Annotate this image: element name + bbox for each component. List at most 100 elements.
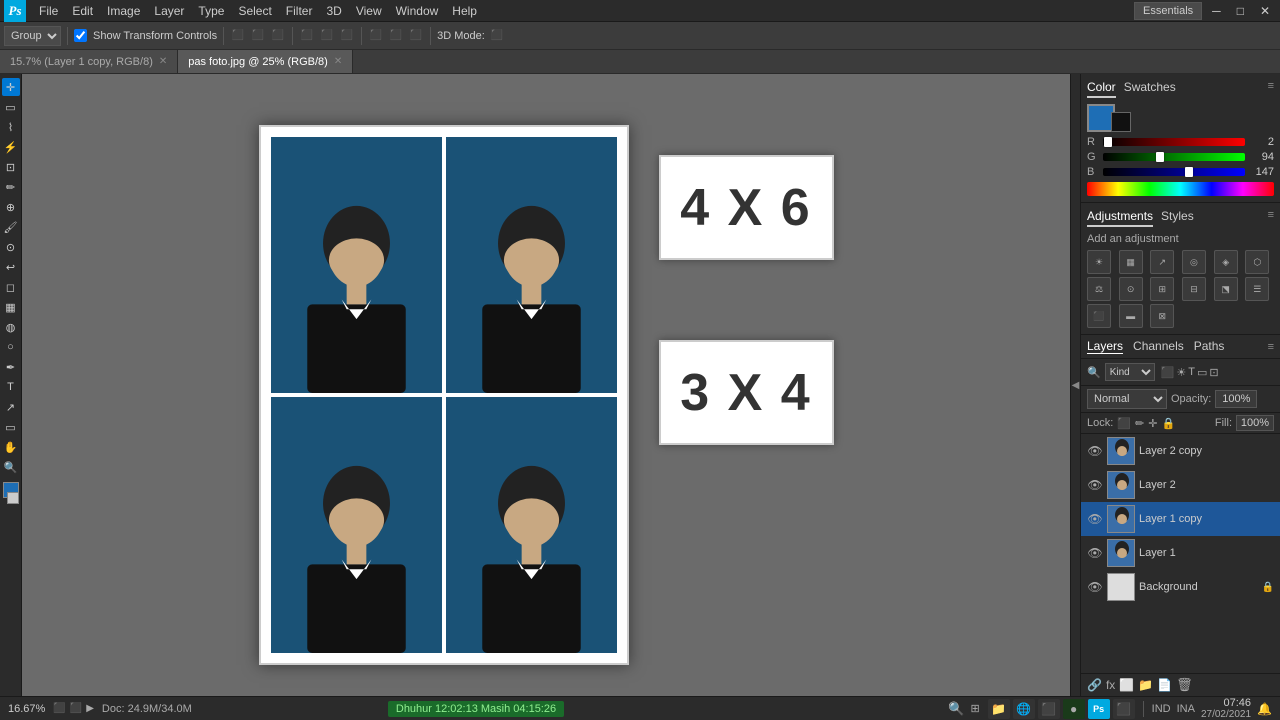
layer-3-visibility[interactable]: 👁: [1087, 545, 1103, 561]
r-slider-thumb[interactable]: [1104, 137, 1112, 147]
posterize-adj[interactable]: ☰: [1245, 277, 1269, 301]
hsl-adj[interactable]: ⬡: [1245, 250, 1269, 274]
invert-adj[interactable]: ⬔: [1214, 277, 1238, 301]
close-btn[interactable]: ✕: [1254, 4, 1276, 18]
styles-tab[interactable]: Styles: [1161, 209, 1194, 227]
levels-adj[interactable]: ▦: [1119, 250, 1143, 274]
g-slider-thumb[interactable]: [1156, 152, 1164, 162]
align-left-icon[interactable]: ⬛: [230, 28, 246, 44]
3d-mode-icon[interactable]: ⬛: [489, 28, 505, 44]
text-tool[interactable]: T: [2, 378, 20, 396]
taskbar-app-1[interactable]: 📁: [988, 699, 1010, 719]
taskbar-search[interactable]: 🔍: [948, 701, 964, 717]
tab-close-0[interactable]: ✕: [159, 56, 167, 67]
taskbar-app-ps[interactable]: Ps: [1088, 699, 1110, 719]
hand-tool[interactable]: ✋: [2, 438, 20, 456]
link-layers-btn[interactable]: 🔗: [1087, 678, 1102, 692]
photofilter-adj[interactable]: ⊙: [1119, 277, 1143, 301]
transform-controls-checkbox[interactable]: [74, 29, 87, 42]
layers-panel-menu[interactable]: ≡: [1268, 341, 1274, 353]
menu-layer[interactable]: Layer: [147, 2, 191, 20]
layer-item-3[interactable]: 👁 Layer 1: [1081, 536, 1280, 570]
healing-brush-tool[interactable]: ⊕: [2, 198, 20, 216]
align-right-icon[interactable]: ⬛: [270, 28, 286, 44]
new-group-btn[interactable]: 📁: [1138, 678, 1153, 692]
channels-tab[interactable]: Channels: [1133, 339, 1184, 354]
menu-file[interactable]: File: [32, 2, 65, 20]
new-layer-btn[interactable]: 📄: [1157, 678, 1172, 692]
align-center-v-icon[interactable]: ⬛: [319, 28, 335, 44]
taskbar-app-6[interactable]: ⬛: [1113, 699, 1135, 719]
gradientmap-adj[interactable]: ▬: [1119, 304, 1143, 328]
lasso-tool[interactable]: ⌇: [2, 118, 20, 136]
fill-input[interactable]: [1236, 415, 1274, 431]
crop-tool[interactable]: ⊡: [2, 158, 20, 176]
lock-transparent-icon[interactable]: ⬛: [1117, 417, 1131, 430]
selectivecolor-adj[interactable]: ⊠: [1150, 304, 1174, 328]
layer-item-2[interactable]: 👁 Layer 1 copy: [1081, 502, 1280, 536]
menu-select[interactable]: Select: [231, 2, 278, 20]
adj-panel-menu[interactable]: ≡: [1268, 209, 1274, 227]
vibrance-adj[interactable]: ◈: [1214, 250, 1238, 274]
menu-edit[interactable]: Edit: [65, 2, 100, 20]
zoom-tool[interactable]: 🔍: [2, 458, 20, 476]
blend-mode-select[interactable]: Normal: [1087, 389, 1167, 409]
notification-icon[interactable]: 🔔: [1257, 702, 1272, 716]
taskbar-start[interactable]: ⊞: [970, 702, 979, 715]
background-color[interactable]: [7, 492, 19, 504]
lock-image-icon[interactable]: ✏: [1135, 417, 1144, 430]
distribute-left-icon[interactable]: ⬛: [368, 28, 384, 44]
align-bottom-icon[interactable]: ⬛: [339, 28, 355, 44]
lock-all-icon[interactable]: 🔒: [1161, 417, 1175, 430]
shape-tool[interactable]: ▭: [2, 418, 20, 436]
maximize-btn[interactable]: □: [1231, 4, 1250, 18]
color-panel-menu[interactable]: ≡: [1268, 80, 1274, 98]
filter-shape-icon[interactable]: ▭: [1197, 366, 1207, 379]
layer-item-4[interactable]: 👁 Background 🔒: [1081, 570, 1280, 604]
menu-view[interactable]: View: [349, 2, 389, 20]
gradient-tool[interactable]: ▦: [2, 298, 20, 316]
color-tab[interactable]: Color: [1087, 80, 1116, 98]
add-mask-btn[interactable]: ⬜: [1119, 678, 1134, 692]
layer-2-visibility[interactable]: 👁: [1087, 511, 1103, 527]
eyedropper-tool[interactable]: ✏: [2, 178, 20, 196]
move-tool[interactable]: ✛: [2, 78, 20, 96]
adjustments-tab[interactable]: Adjustments: [1087, 209, 1153, 227]
exposure-adj[interactable]: ◎: [1182, 250, 1206, 274]
filter-smart-icon[interactable]: ⊡: [1209, 366, 1218, 379]
panel-collapse-handle[interactable]: ◀: [1070, 74, 1080, 696]
layer-1-visibility[interactable]: 👁: [1087, 477, 1103, 493]
tab-pasfoto[interactable]: pas foto.jpg @ 25% (RGB/8) ✕: [178, 50, 353, 73]
taskbar-app-2[interactable]: 🌐: [1013, 699, 1035, 719]
menu-filter[interactable]: Filter: [279, 2, 320, 20]
background-swatch[interactable]: [1111, 112, 1131, 132]
taskbar-app-4[interactable]: ●: [1063, 699, 1085, 719]
b-slider-thumb[interactable]: [1185, 167, 1193, 177]
minimize-btn[interactable]: ─: [1206, 4, 1227, 18]
brush-tool[interactable]: 🖌: [2, 218, 20, 236]
opacity-input[interactable]: [1215, 390, 1257, 408]
distribute-center-h-icon[interactable]: ⬛: [388, 28, 404, 44]
menu-image[interactable]: Image: [100, 2, 147, 20]
align-top-icon[interactable]: ⬛: [299, 28, 315, 44]
color-spectrum[interactable]: [1087, 182, 1274, 196]
workspace-preset[interactable]: Essentials: [1134, 2, 1202, 20]
colorlookup-adj[interactable]: ⊟: [1182, 277, 1206, 301]
delete-layer-btn[interactable]: 🗑: [1176, 677, 1193, 693]
layer-filter-select[interactable]: Kind: [1105, 363, 1155, 381]
layer-0-visibility[interactable]: 👁: [1087, 443, 1103, 459]
menu-3d[interactable]: 3D: [319, 2, 348, 20]
menu-type[interactable]: Type: [191, 2, 231, 20]
align-center-h-icon[interactable]: ⬛: [250, 28, 266, 44]
lock-position-icon[interactable]: ✛: [1148, 417, 1157, 430]
taskbar-app-3[interactable]: ⬛: [1038, 699, 1060, 719]
colorbalance-adj[interactable]: ⚖: [1087, 277, 1111, 301]
layer-item-1[interactable]: 👁 Layer 2: [1081, 468, 1280, 502]
magic-wand-tool[interactable]: ⚡: [2, 138, 20, 156]
menu-help[interactable]: Help: [445, 2, 484, 20]
pen-tool[interactable]: ✒: [2, 358, 20, 376]
path-select-tool[interactable]: ↗: [2, 398, 20, 416]
eraser-tool[interactable]: ◻: [2, 278, 20, 296]
layer-item-0[interactable]: 👁 Layer 2 copy: [1081, 434, 1280, 468]
dodge-tool[interactable]: ○: [2, 338, 20, 356]
